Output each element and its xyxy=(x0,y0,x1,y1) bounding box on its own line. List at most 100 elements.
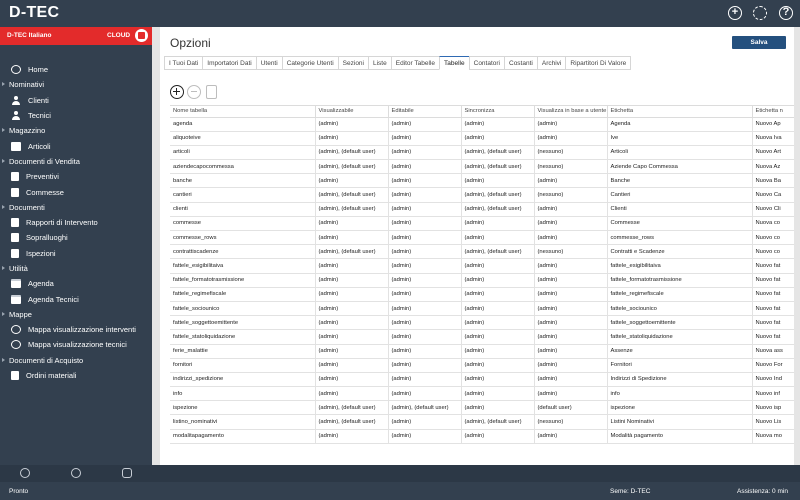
table-cell[interactable]: Nuovo Art xyxy=(752,145,794,161)
table-cell[interactable]: (admin) xyxy=(461,131,535,146)
table-cell[interactable]: (admin) xyxy=(534,344,608,359)
column-header[interactable]: Visualizzabile xyxy=(315,106,389,118)
table-cell[interactable]: Contratti e Scadenze xyxy=(607,244,753,260)
sidebar-item-ispezioni[interactable]: Ispezioni xyxy=(0,246,152,261)
table-cell[interactable]: (admin) xyxy=(534,216,608,232)
table-cell[interactable]: articoli xyxy=(170,145,316,161)
table-cell[interactable]: (admin), (default user) xyxy=(461,202,535,217)
table-cell[interactable]: (admin) xyxy=(461,258,535,274)
table-cell[interactable]: (admin) xyxy=(388,202,462,217)
dashboard-icon[interactable] xyxy=(71,468,81,478)
table-cell[interactable]: fattele_formatotrasmissione xyxy=(170,273,316,288)
tab-categorie-utenti[interactable]: Categorie Utenti xyxy=(281,56,338,70)
table-cell[interactable]: Nuovo fat xyxy=(752,287,794,302)
table-cell[interactable]: fattele_esigibilitaiva xyxy=(170,258,316,274)
table-cell[interactable]: fattele_sociounico xyxy=(607,301,753,317)
table-cell[interactable]: Nuova Ba xyxy=(752,173,794,189)
table-cell[interactable]: (admin) xyxy=(461,386,535,402)
table-cell[interactable]: (admin) xyxy=(315,216,389,232)
table-cell[interactable]: (admin) xyxy=(388,287,462,302)
table-cell[interactable]: (admin), (default user) xyxy=(388,400,462,416)
table-row[interactable]: aliquoteive (admin) (admin) (admin) (admin) I… xyxy=(170,131,794,146)
table-cell[interactable]: (admin) xyxy=(461,301,535,317)
table-row[interactable]: commesse (admin) (admin) (admin) (admin) Comm… xyxy=(170,216,794,232)
sidebar-group-utilit[interactable]: Utilità xyxy=(0,261,152,276)
table-cell[interactable]: (admin) xyxy=(315,358,389,373)
table-cell[interactable]: (admin) xyxy=(315,230,389,246)
column-header[interactable]: Visualizza in base a utente xyxy=(534,106,608,118)
table-cell[interactable]: (admin), (default user) xyxy=(461,244,535,260)
column-header[interactable]: Nome tabella xyxy=(170,106,316,118)
table-cell[interactable]: (admin) xyxy=(534,429,608,444)
table-cell[interactable]: (admin) xyxy=(388,358,462,373)
table-cell[interactable]: fattele_regimefiscale xyxy=(607,287,753,302)
table-cell[interactable]: (admin) xyxy=(315,372,389,388)
table-row[interactable]: fattele_soggettoemittente (admin) (admin)(… xyxy=(170,315,794,331)
settings-icon[interactable] xyxy=(20,468,30,478)
remove-row-icon[interactable] xyxy=(187,85,201,99)
table-cell[interactable]: (admin), (default user) xyxy=(461,414,535,430)
sidebar-item-home[interactable]: Home xyxy=(0,62,152,77)
table-cell[interactable]: (admin) xyxy=(315,287,389,302)
table-cell[interactable]: (admin) xyxy=(534,329,608,345)
table-cell[interactable]: (admin), (default user) xyxy=(315,400,389,416)
tab-contatori[interactable]: Contatori xyxy=(468,56,504,70)
table-cell[interactable]: commesse xyxy=(170,216,316,232)
tab-costanti[interactable]: Costanti xyxy=(504,56,537,70)
table-cell[interactable]: Nuovo Cli xyxy=(752,202,794,217)
table-cell[interactable]: Nuovo co xyxy=(752,230,794,246)
table-cell[interactable]: (admin) xyxy=(534,173,608,189)
table-cell[interactable]: Nuovo inf xyxy=(752,386,794,402)
table-cell[interactable]: Nuova Az xyxy=(752,159,794,175)
table-row[interactable]: fattele_esigibilitaiva (admin) (admin) (adm… xyxy=(170,258,794,274)
table-cell[interactable]: (admin), (default user) xyxy=(461,159,535,175)
sidebar-item-tecnici[interactable]: Tecnici xyxy=(0,108,152,123)
table-cell[interactable]: (admin) xyxy=(388,131,462,146)
table-cell[interactable]: Nuova mo xyxy=(752,429,794,444)
table-cell[interactable]: (admin) xyxy=(388,386,462,402)
table-cell[interactable]: Nuova co xyxy=(752,216,794,232)
table-cell[interactable]: (admin) xyxy=(388,187,462,203)
table-cell[interactable]: (admin) xyxy=(461,329,535,345)
table-row[interactable]: fornitori (admin) (admin) (admin) (admin) For… xyxy=(170,358,794,373)
table-cell[interactable]: Nuovo For xyxy=(752,358,794,373)
table-row[interactable]: fattele_regimefiscale (admin) (admin) (admi… xyxy=(170,287,794,302)
table-cell[interactable]: fattele_statoliquidazione xyxy=(170,329,316,345)
table-cell[interactable]: Articoli xyxy=(607,145,753,161)
table-cell[interactable]: (admin) xyxy=(461,273,535,288)
table-cell[interactable]: Modalità pagamento xyxy=(607,429,753,444)
sidebar-group-nominativi[interactable]: Nominativi xyxy=(0,77,152,92)
table-cell[interactable]: (admin) xyxy=(388,301,462,317)
table-cell[interactable]: commesse_rows xyxy=(170,230,316,246)
tab-importatori-dati[interactable]: Importatori Dati xyxy=(202,56,256,70)
table-row[interactable]: banche (admin) (admin) (admin) (admin) Banche… xyxy=(170,173,794,189)
table-cell[interactable]: (admin) xyxy=(534,287,608,302)
table-cell[interactable]: ispezione xyxy=(170,400,316,416)
table-cell[interactable]: (admin) xyxy=(461,358,535,373)
table-row[interactable]: agenda (admin) (admin) (admin) (admin) Agenda… xyxy=(170,117,794,132)
table-cell[interactable]: (admin) xyxy=(315,173,389,189)
sidebar-item-preventivi[interactable]: Preventivi xyxy=(0,169,152,184)
table-cell[interactable]: Nuovo fat xyxy=(752,273,794,288)
table-cell[interactable]: indirizzi_spedizione xyxy=(170,372,316,388)
sidebar-item-mappa-visualizzazione-interventi[interactable]: Mappa visualizzazione interventi xyxy=(0,322,152,337)
table-cell[interactable]: (admin) xyxy=(534,372,608,388)
table-cell[interactable]: Nuovo isp xyxy=(752,400,794,416)
table-cell[interactable]: (admin) xyxy=(461,315,535,331)
table-cell[interactable]: (admin) xyxy=(534,230,608,246)
table-cell[interactable]: fattele_esigibilitaiva xyxy=(607,258,753,274)
table-cell[interactable]: Agenda xyxy=(607,117,753,132)
table-cell[interactable]: cantieri xyxy=(170,187,316,203)
table-cell[interactable]: (admin) xyxy=(315,258,389,274)
column-header[interactable]: Etichetta xyxy=(607,106,753,118)
add-row-icon[interactable] xyxy=(170,85,184,99)
table-cell[interactable]: (admin) xyxy=(461,117,535,132)
table-cell[interactable]: (admin) xyxy=(388,230,462,246)
table-cell[interactable]: Nuovo Lis xyxy=(752,414,794,430)
tab-ripartitori-di-valore[interactable]: Ripartitori Di Valore xyxy=(565,56,632,70)
table-cell[interactable]: ferie_malattie xyxy=(170,344,316,359)
table-cell[interactable]: Nuovo fat xyxy=(752,301,794,317)
table-cell[interactable]: (admin) xyxy=(315,273,389,288)
sidebar-item-clienti[interactable]: Clienti xyxy=(0,93,152,108)
table-cell[interactable]: (admin) xyxy=(388,273,462,288)
